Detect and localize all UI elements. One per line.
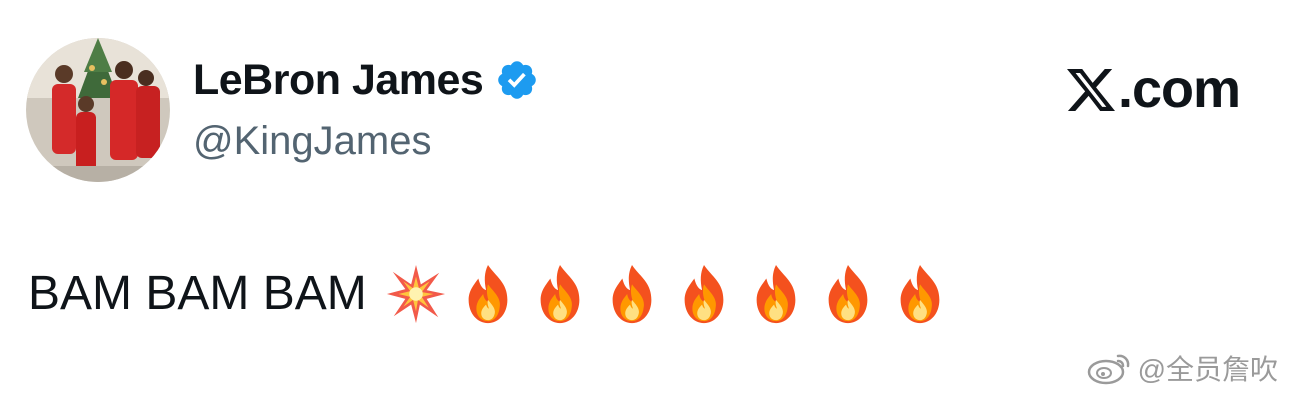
fire-emoji-icon <box>601 262 663 326</box>
verified-badge-icon <box>495 58 539 102</box>
x-brand: .com <box>1066 58 1241 120</box>
watermark: @全员詹吹 <box>1086 348 1278 388</box>
watermark-text: @全员詹吹 <box>1137 354 1278 385</box>
fire-emoji-icon <box>745 262 807 326</box>
avatar[interactable] <box>26 38 170 182</box>
fire-emoji-icon <box>889 262 951 326</box>
fire-emoji-icon <box>817 262 879 326</box>
display-name[interactable]: LeBron James <box>193 54 539 106</box>
tweet-text: BAM BAM BAM <box>28 267 367 320</box>
weibo-icon <box>1086 350 1134 386</box>
fire-emoji-icon <box>529 262 591 326</box>
fire-emoji-icon <box>457 262 519 326</box>
avatar-photo <box>26 38 170 182</box>
display-name-text: LeBron James <box>193 56 484 104</box>
brand-domain: .com <box>1117 59 1241 119</box>
user-handle[interactable]: @KingJames <box>193 116 431 166</box>
tweet-body: BAM BAM BAM <box>28 262 961 326</box>
fire-emoji-icon <box>673 262 735 326</box>
tweet-card: LeBron James @KingJames .com BAM BAM BAM <box>0 0 1290 400</box>
x-logo-icon <box>1066 65 1116 113</box>
collision-emoji-icon <box>385 262 447 326</box>
